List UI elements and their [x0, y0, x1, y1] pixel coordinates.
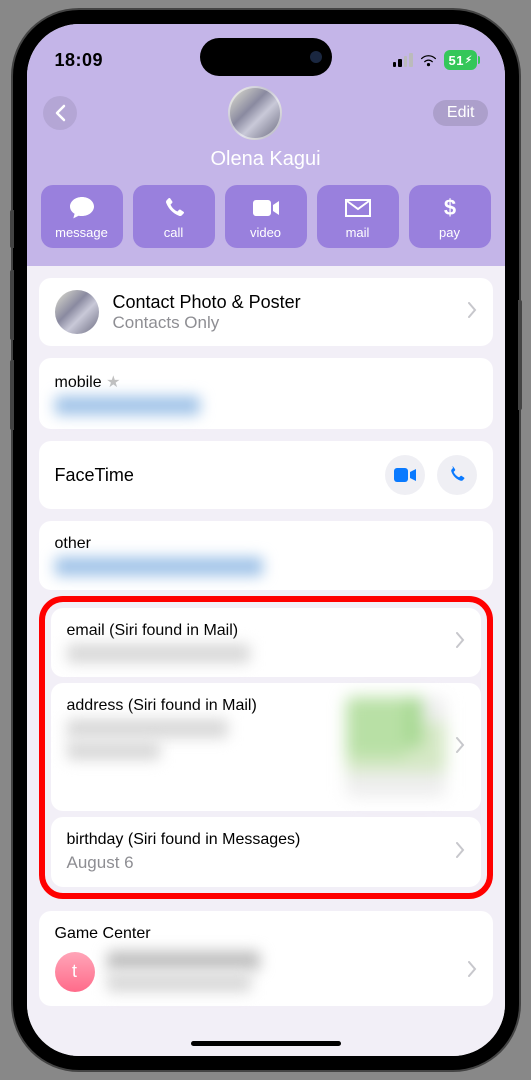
- back-button[interactable]: [43, 96, 77, 130]
- dynamic-island: [200, 38, 332, 76]
- photo-poster-title: Contact Photo & Poster: [113, 292, 454, 313]
- game-center-title: Game Center: [55, 925, 477, 943]
- address-map-thumbnail: [346, 697, 446, 797]
- mobile-number-redacted: XXXXX XXX XXXX: [55, 396, 201, 415]
- chevron-right-icon: [468, 961, 477, 982]
- chevron-right-icon: [456, 632, 465, 653]
- siri-birthday-value: August 6: [67, 853, 456, 873]
- home-indicator[interactable]: [191, 1041, 341, 1046]
- facetime-card: FaceTime: [39, 441, 493, 509]
- phone-icon: [162, 195, 186, 221]
- status-time: 18:09: [55, 50, 135, 71]
- siri-address-label: address (Siri found in Mail): [67, 697, 336, 715]
- action-button-row: message call video mail: [27, 185, 505, 266]
- dollar-icon: $: [443, 195, 457, 221]
- siri-address-redacted: xxxxxxxxxxxxxxxxxxx: [67, 719, 229, 738]
- mobile-label: mobile: [55, 374, 102, 391]
- photo-poster-card[interactable]: Contact Photo & Poster Contacts Only: [39, 278, 493, 346]
- edit-button[interactable]: Edit: [433, 100, 489, 126]
- siri-email-label: email (Siri found in Mail): [67, 622, 456, 640]
- facetime-video-button[interactable]: [385, 455, 425, 495]
- contact-avatar[interactable]: [228, 86, 282, 140]
- message-button[interactable]: message: [41, 185, 123, 248]
- siri-email-card[interactable]: email (Siri found in Mail) xxxxxxxxxxx@x…: [51, 608, 481, 677]
- chevron-right-icon: [456, 737, 465, 758]
- other-email-card[interactable]: other xxxxxxxxxxxxxx@xxxxx.xxx: [39, 521, 493, 590]
- siri-birthday-card[interactable]: birthday (Siri found in Messages) August…: [51, 817, 481, 887]
- star-icon: ★: [106, 374, 120, 391]
- siri-found-highlight: email (Siri found in Mail) xxxxxxxxxxx@x…: [39, 596, 493, 899]
- siri-email-redacted: xxxxxxxxxxx@xxxxx.xxx: [67, 644, 250, 663]
- cellular-signal-icon: [393, 54, 413, 67]
- screen: 18:09 51⚡︎ Edit Ol: [27, 24, 505, 1056]
- siri-address-redacted-2: xxxxxxxxxxx: [67, 741, 161, 760]
- mail-button[interactable]: mail: [317, 185, 399, 248]
- game-center-card[interactable]: Game Center t xxxxxxxxxxxxxxxxxx xxxxxxx…: [39, 911, 493, 1006]
- call-label: call: [164, 225, 184, 240]
- mail-label: mail: [346, 225, 370, 240]
- battery-indicator: 51⚡︎: [444, 50, 477, 70]
- siri-address-card[interactable]: address (Siri found in Mail) xxxxxxxxxxx…: [51, 683, 481, 811]
- video-icon: [252, 195, 280, 221]
- mail-icon: [345, 195, 371, 221]
- phone-icon: [447, 465, 467, 485]
- phone-frame: 18:09 51⚡︎ Edit Ol: [13, 10, 519, 1070]
- other-email-redacted: xxxxxxxxxxxxxx@xxxxx.xxx: [55, 557, 264, 576]
- chevron-right-icon: [468, 302, 477, 323]
- chevron-right-icon: [456, 842, 465, 863]
- mobile-card[interactable]: mobile ★ XXXXX XXX XXXX: [39, 358, 493, 429]
- message-label: message: [55, 225, 108, 240]
- pay-button[interactable]: $ pay: [409, 185, 491, 248]
- call-button[interactable]: call: [133, 185, 215, 248]
- game-center-sub-redacted: xxxxxxxxxxxxxxxxx: [107, 973, 252, 992]
- siri-birthday-label: birthday (Siri found in Messages): [67, 831, 456, 849]
- video-icon: [394, 468, 416, 482]
- facetime-title: FaceTime: [55, 465, 134, 486]
- other-label: other: [55, 535, 477, 553]
- contact-avatar-small: [55, 290, 99, 334]
- contact-header: Edit Olena Kagui: [27, 80, 505, 185]
- message-icon: [69, 195, 95, 221]
- video-label: video: [250, 225, 281, 240]
- wifi-icon: [419, 53, 438, 67]
- facetime-audio-button[interactable]: [437, 455, 477, 495]
- contact-name: Olena Kagui: [43, 148, 489, 171]
- game-center-avatar: t: [55, 952, 95, 992]
- chevron-left-icon: [54, 104, 66, 122]
- photo-poster-subtitle: Contacts Only: [113, 313, 454, 333]
- game-center-name-redacted: xxxxxxxxxxxxxxxxxx: [107, 951, 260, 970]
- content-scroll[interactable]: Contact Photo & Poster Contacts Only mob…: [27, 266, 505, 1056]
- video-button[interactable]: video: [225, 185, 307, 248]
- pay-label: pay: [439, 225, 460, 240]
- svg-text:$: $: [443, 196, 455, 220]
